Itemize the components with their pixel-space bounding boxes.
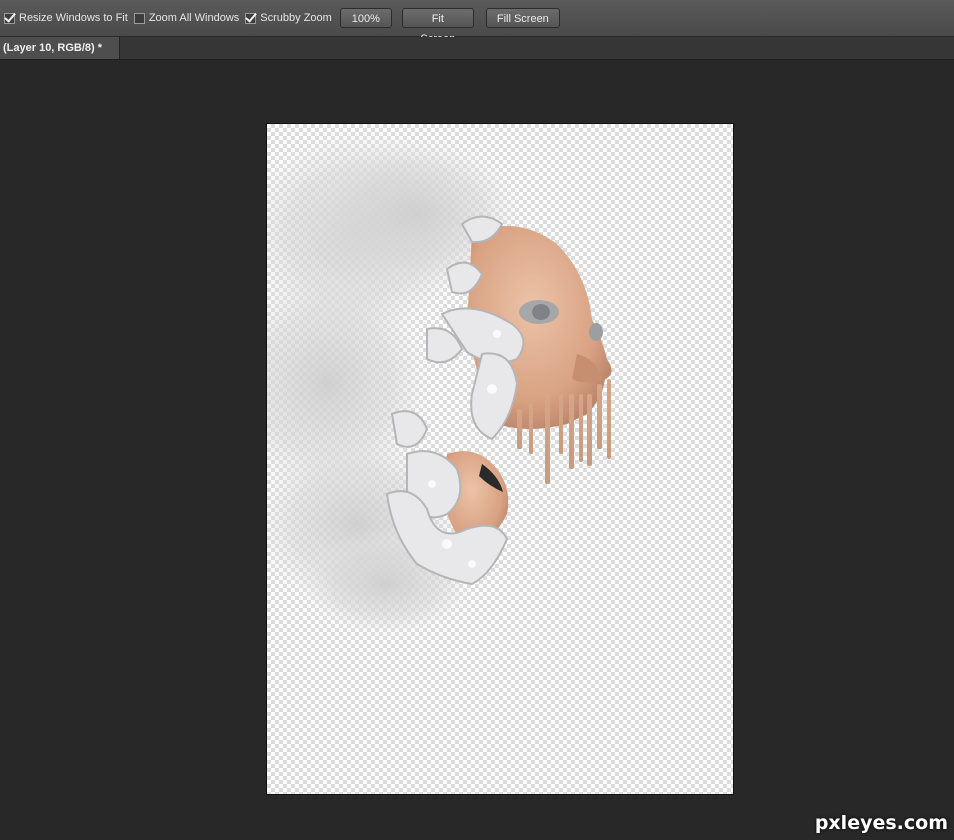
resize-windows-label: Resize Windows to Fit — [19, 12, 128, 24]
scrubby-zoom-option[interactable]: Scrubby Zoom — [245, 12, 332, 24]
fit-screen-button[interactable]: Fit Screen — [401, 8, 474, 45]
zoom-all-option[interactable]: Zoom All Windows — [133, 12, 240, 24]
watermark-logo: pxleyes.com — [814, 812, 948, 834]
options-bar: Resize Windows to Fit Zoom All Windows S… — [0, 0, 954, 45]
document-tab-bar: (Layer 10, RGB/8) * — [0, 37, 954, 60]
resize-windows-checkbox[interactable] — [4, 12, 15, 24]
scrubby-zoom-checkbox[interactable] — [245, 12, 257, 24]
document-canvas[interactable] — [267, 124, 733, 794]
resize-windows-option[interactable]: Resize Windows to Fit — [4, 12, 128, 24]
document-tab[interactable]: (Layer 10, RGB/8) * — [0, 37, 120, 59]
zoom-100-button[interactable]: 100% — [339, 8, 392, 28]
scrubby-zoom-label: Scrubby Zoom — [260, 12, 332, 24]
zoom-all-label: Zoom All Windows — [148, 12, 240, 24]
fill-screen-button[interactable]: Fill Screen — [485, 8, 560, 28]
artwork — [267, 124, 612, 639]
zoom-all-checkbox[interactable] — [133, 12, 145, 24]
